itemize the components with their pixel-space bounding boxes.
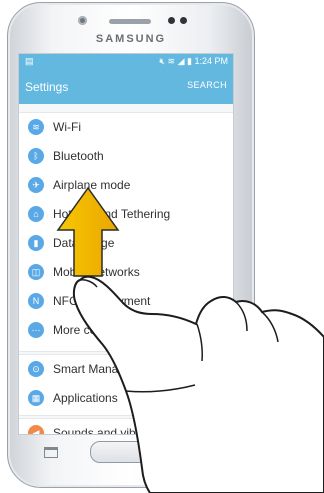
connections-group: ≋ Wi-Fi ᛒ Bluetooth ✈ Airplane mode ⌂ Ho… <box>19 112 233 352</box>
sensor-dot <box>168 17 175 24</box>
settings-item-more-connections[interactable]: ⋯ More connection settings <box>19 316 233 345</box>
settings-item-bluetooth[interactable]: ᛒ Bluetooth <box>19 142 233 171</box>
sensor-cluster <box>168 17 194 25</box>
smart-manager-icon: ⊙ <box>28 361 44 377</box>
settings-item-label: Smart Manager <box>53 362 136 376</box>
status-bar: ▤ 🔇︎ ≋ ◢ ▮ 1:24 PM <box>19 54 233 68</box>
phone-top-bezel: SAMSUNG <box>8 3 254 55</box>
status-time: 1:24 PM <box>194 56 228 66</box>
wifi-icon: ≋ <box>28 119 44 135</box>
settings-item-label: Wi-Fi <box>53 120 81 134</box>
earpiece-speaker <box>109 19 151 24</box>
app-bar: Settings SEARCH <box>19 68 233 104</box>
settings-item-smart-manager[interactable]: ⊙ Smart Manager <box>19 355 233 384</box>
recent-apps-key[interactable] <box>44 447 58 458</box>
notification-icon: ▤ <box>25 56 34 66</box>
settings-item-label: More connection settings <box>53 323 187 337</box>
mute-icon: 🔇︎ <box>159 56 165 66</box>
mobile-networks-icon: ◫ <box>28 264 44 280</box>
battery-icon: ▮ <box>187 56 192 66</box>
settings-item-wifi[interactable]: ≋ Wi-Fi <box>19 113 233 142</box>
back-key[interactable] <box>200 442 218 456</box>
data-usage-icon: ▮ <box>28 235 44 251</box>
nfc-icon: N <box>28 293 44 309</box>
more-connections-icon: ⋯ <box>28 322 44 338</box>
settings-item-label: Data usage <box>53 236 115 250</box>
home-key[interactable] <box>90 441 174 463</box>
settings-item-data-usage[interactable]: ▮ Data usage <box>19 229 233 258</box>
signal-icon: ◢ <box>177 56 185 66</box>
phone-frame: SAMSUNG ▤ 🔇︎ ≋ ◢ ▮ 1:24 PM Settings SEAR… <box>7 2 255 488</box>
status-icons: 🔇︎ ≋ ◢ ▮ 1:24 PM <box>159 56 228 67</box>
settings-item-label: Hotspot and Tethering <box>53 207 171 221</box>
search-button[interactable]: SEARCH <box>187 80 227 90</box>
bluetooth-icon: ᛒ <box>28 148 44 164</box>
device-brand: SAMSUNG <box>95 33 167 45</box>
wifi-icon: ≋ <box>167 56 176 66</box>
airplane-icon: ✈ <box>28 177 44 193</box>
settings-item-airplane-mode[interactable]: ✈ Airplane mode <box>19 171 233 200</box>
settings-item-nfc[interactable]: N NFC and payment <box>19 287 233 316</box>
applications-icon: ▦ <box>28 390 44 406</box>
settings-item-label: Applications <box>53 391 118 405</box>
hardware-navigation <box>8 433 254 473</box>
sensor-dot <box>180 17 187 24</box>
page-title: Settings <box>25 80 69 94</box>
settings-item-label: Bluetooth <box>53 149 104 163</box>
settings-item-mobile-networks[interactable]: ◫ Mobile networks <box>19 258 233 287</box>
settings-item-hotspot[interactable]: ⌂ Hotspot and Tethering <box>19 200 233 229</box>
hotspot-icon: ⌂ <box>28 206 44 222</box>
settings-list: ≋ Wi-Fi ᛒ Bluetooth ✈ Airplane mode ⌂ Ho… <box>19 104 233 434</box>
settings-item-label: NFC and payment <box>53 294 151 308</box>
settings-item-label: Mobile networks <box>53 265 140 279</box>
screen: ▤ 🔇︎ ≋ ◢ ▮ 1:24 PM Settings SEARCH ≋ Wi-… <box>18 53 234 435</box>
front-camera <box>78 16 87 25</box>
device-group: ⊙ Smart Manager ▦ Applications <box>19 354 233 416</box>
settings-item-label: Airplane mode <box>53 178 131 192</box>
settings-item-applications[interactable]: ▦ Applications <box>19 384 233 413</box>
